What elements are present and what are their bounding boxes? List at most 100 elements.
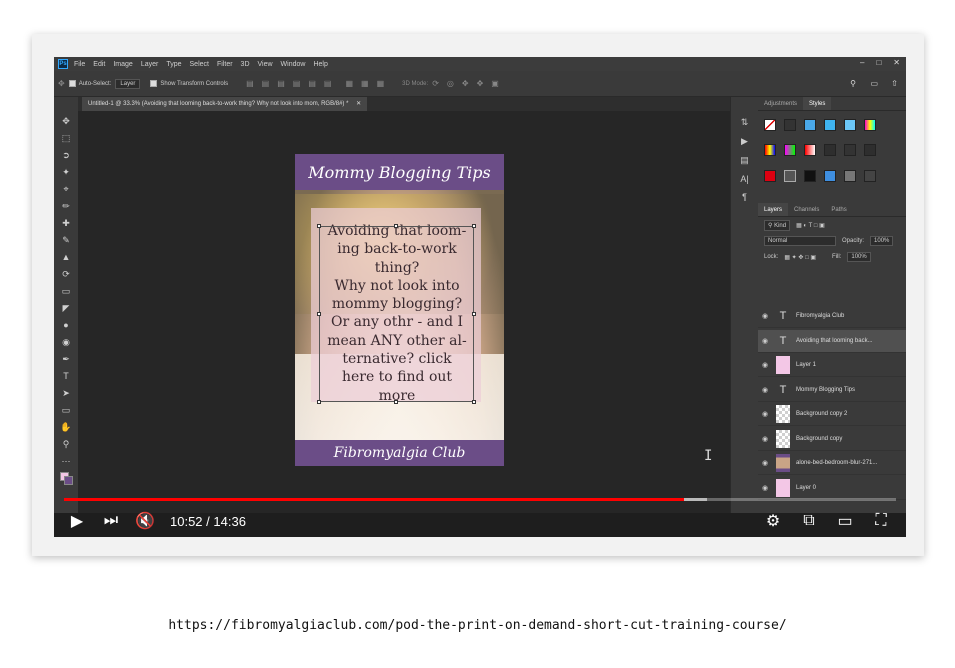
play-icon[interactable]: ▶ (66, 510, 88, 532)
align-middle-icon[interactable]: ▤ (308, 79, 316, 88)
color-swatch-icon[interactable] (59, 472, 73, 485)
style-swatch[interactable] (864, 169, 876, 182)
blur-icon[interactable]: ● (59, 319, 73, 331)
align-bottom-icon[interactable]: ▤ (324, 79, 332, 88)
fill-field[interactable]: 100% (847, 252, 871, 262)
handle-tl[interactable] (317, 224, 321, 228)
align-left-icon[interactable]: ▤ (246, 79, 254, 88)
3d-drag-icon[interactable]: ✥ (462, 79, 469, 88)
progress-bar[interactable] (64, 498, 896, 501)
restore-icon[interactable]: □ (876, 58, 881, 67)
layer-row[interactable]: ◉ Layer 1 (758, 354, 906, 377)
crop-icon[interactable]: ⌖ (59, 183, 73, 195)
menu-edit[interactable]: Edit (93, 61, 105, 68)
style-swatch[interactable] (864, 119, 876, 131)
shape-icon[interactable]: ▭ (59, 404, 73, 416)
workspace-icon[interactable]: ▭ (870, 79, 878, 88)
document-tab[interactable]: Untitled-1 @ 33.3% (Avoiding that loomin… (82, 97, 368, 111)
healing-brush-icon[interactable]: ✚ (59, 217, 73, 229)
layer-row[interactable]: ◉ Layer 0 (758, 477, 906, 500)
settings-gear-icon[interactable]: ⚙ (762, 510, 784, 532)
auto-select-checkbox[interactable] (68, 80, 76, 87)
style-swatch[interactable] (804, 119, 816, 131)
properties-icon[interactable]: ▤ (740, 155, 749, 166)
brush-icon[interactable]: ✎ (59, 234, 73, 246)
visibility-eye-icon[interactable]: ◉ (758, 484, 772, 492)
menu-select[interactable]: Select (190, 61, 209, 68)
next-icon[interactable]: ⏭ (100, 510, 122, 532)
more-tools-icon[interactable]: ⋯ (59, 455, 73, 467)
style-swatch[interactable] (784, 144, 796, 157)
dodge-icon[interactable]: ◉ (59, 336, 73, 348)
tab-paths[interactable]: Paths (825, 203, 852, 216)
menu-type[interactable]: Type (166, 61, 181, 68)
move-icon[interactable]: ✥ (59, 115, 73, 127)
tab-adjustments[interactable]: Adjustments (758, 97, 803, 110)
style-swatch[interactable] (764, 169, 776, 182)
share-icon[interactable]: ⇧ (891, 79, 898, 88)
document-canvas[interactable]: Mommy Blogging Tips Avoiding that loom- … (295, 154, 504, 466)
visibility-eye-icon[interactable]: ◉ (758, 410, 772, 418)
footer-url[interactable]: https://fibromyalgiaclub.com/pod-the-pri… (0, 618, 955, 633)
style-swatch[interactable] (764, 119, 776, 131)
move-tool-icon[interactable]: ✥ (58, 79, 65, 88)
style-swatch[interactable] (844, 144, 856, 157)
3d-slide-icon[interactable]: ✥ (477, 79, 484, 88)
menu-3d[interactable]: 3D (241, 61, 250, 68)
menu-image[interactable]: Image (113, 61, 132, 68)
handle-bm[interactable] (394, 400, 398, 404)
eyedropper-icon[interactable]: ✏ (59, 200, 73, 212)
lasso-icon[interactable]: ➲ (59, 149, 73, 161)
tab-close-icon[interactable]: ✕ (356, 101, 361, 107)
lock-icons[interactable]: ▦ ✦ ✥ □ ▣ (784, 254, 816, 261)
eraser-icon[interactable]: ▭ (59, 285, 73, 297)
close-icon[interactable]: ✕ (893, 58, 900, 67)
style-swatch[interactable] (864, 144, 876, 157)
history-brush-icon[interactable]: ⟳ (59, 268, 73, 280)
handle-ml[interactable] (317, 312, 321, 316)
style-swatch[interactable] (844, 169, 856, 182)
visibility-eye-icon[interactable]: ◉ (758, 337, 772, 345)
style-swatch[interactable] (824, 119, 836, 131)
style-swatch[interactable] (764, 144, 776, 157)
distribute-icon[interactable]: ▦ (345, 79, 353, 88)
magic-wand-icon[interactable]: ✦ (59, 166, 73, 178)
3d-camera-icon[interactable]: ▣ (491, 79, 499, 88)
visibility-eye-icon[interactable]: ◉ (758, 386, 772, 394)
transform-box[interactable] (317, 224, 476, 404)
blend-mode-dropdown[interactable]: Normal (764, 236, 836, 246)
tab-channels[interactable]: Channels (788, 203, 825, 216)
menu-filter[interactable]: Filter (217, 61, 233, 68)
menu-window[interactable]: Window (281, 61, 306, 68)
bucket-icon[interactable]: ◤ (59, 302, 73, 314)
handle-tr[interactable] (472, 224, 476, 228)
handle-mr[interactable] (472, 312, 476, 316)
layer-row[interactable]: ◉ Background copy (758, 428, 906, 451)
stamp-icon[interactable]: ▲ (59, 251, 73, 263)
pen-icon[interactable]: ✒ (59, 353, 73, 365)
style-swatch[interactable] (804, 144, 816, 157)
fullscreen-icon[interactable]: ⛶ (870, 510, 892, 532)
style-swatch[interactable] (824, 144, 836, 157)
style-swatch[interactable] (824, 169, 836, 182)
style-swatch[interactable] (784, 169, 796, 182)
tab-layers[interactable]: Layers (758, 203, 789, 216)
style-swatch[interactable] (844, 119, 856, 131)
miniplayer-icon[interactable]: ⧉ (798, 510, 820, 532)
menu-file[interactable]: File (74, 61, 85, 68)
visibility-eye-icon[interactable]: ◉ (758, 312, 772, 320)
zoom-icon[interactable]: ⚲ (59, 438, 73, 450)
visibility-eye-icon[interactable]: ◉ (758, 361, 772, 369)
distribute-h-icon[interactable]: ▦ (361, 79, 369, 88)
minimize-icon[interactable]: – (860, 58, 864, 67)
align-center-icon[interactable]: ▤ (262, 79, 270, 88)
video-player[interactable]: Ps File Edit Image Layer Type Select Fil… (54, 57, 906, 537)
marquee-icon[interactable]: ⬚ (59, 132, 73, 144)
actions-play-icon[interactable]: ▶ (741, 136, 748, 147)
kind-filter[interactable]: ⚲ Kind (764, 219, 791, 231)
menu-layer[interactable]: Layer (141, 61, 159, 68)
history-icon[interactable]: ⇅ (741, 117, 749, 128)
canvas-area[interactable]: Mommy Blogging Tips Avoiding that loom- … (78, 111, 720, 537)
layer-row[interactable]: ◉ Background copy 2 (758, 403, 906, 426)
layer-row[interactable]: ◉ T Mommy Blogging Tips (758, 379, 906, 402)
